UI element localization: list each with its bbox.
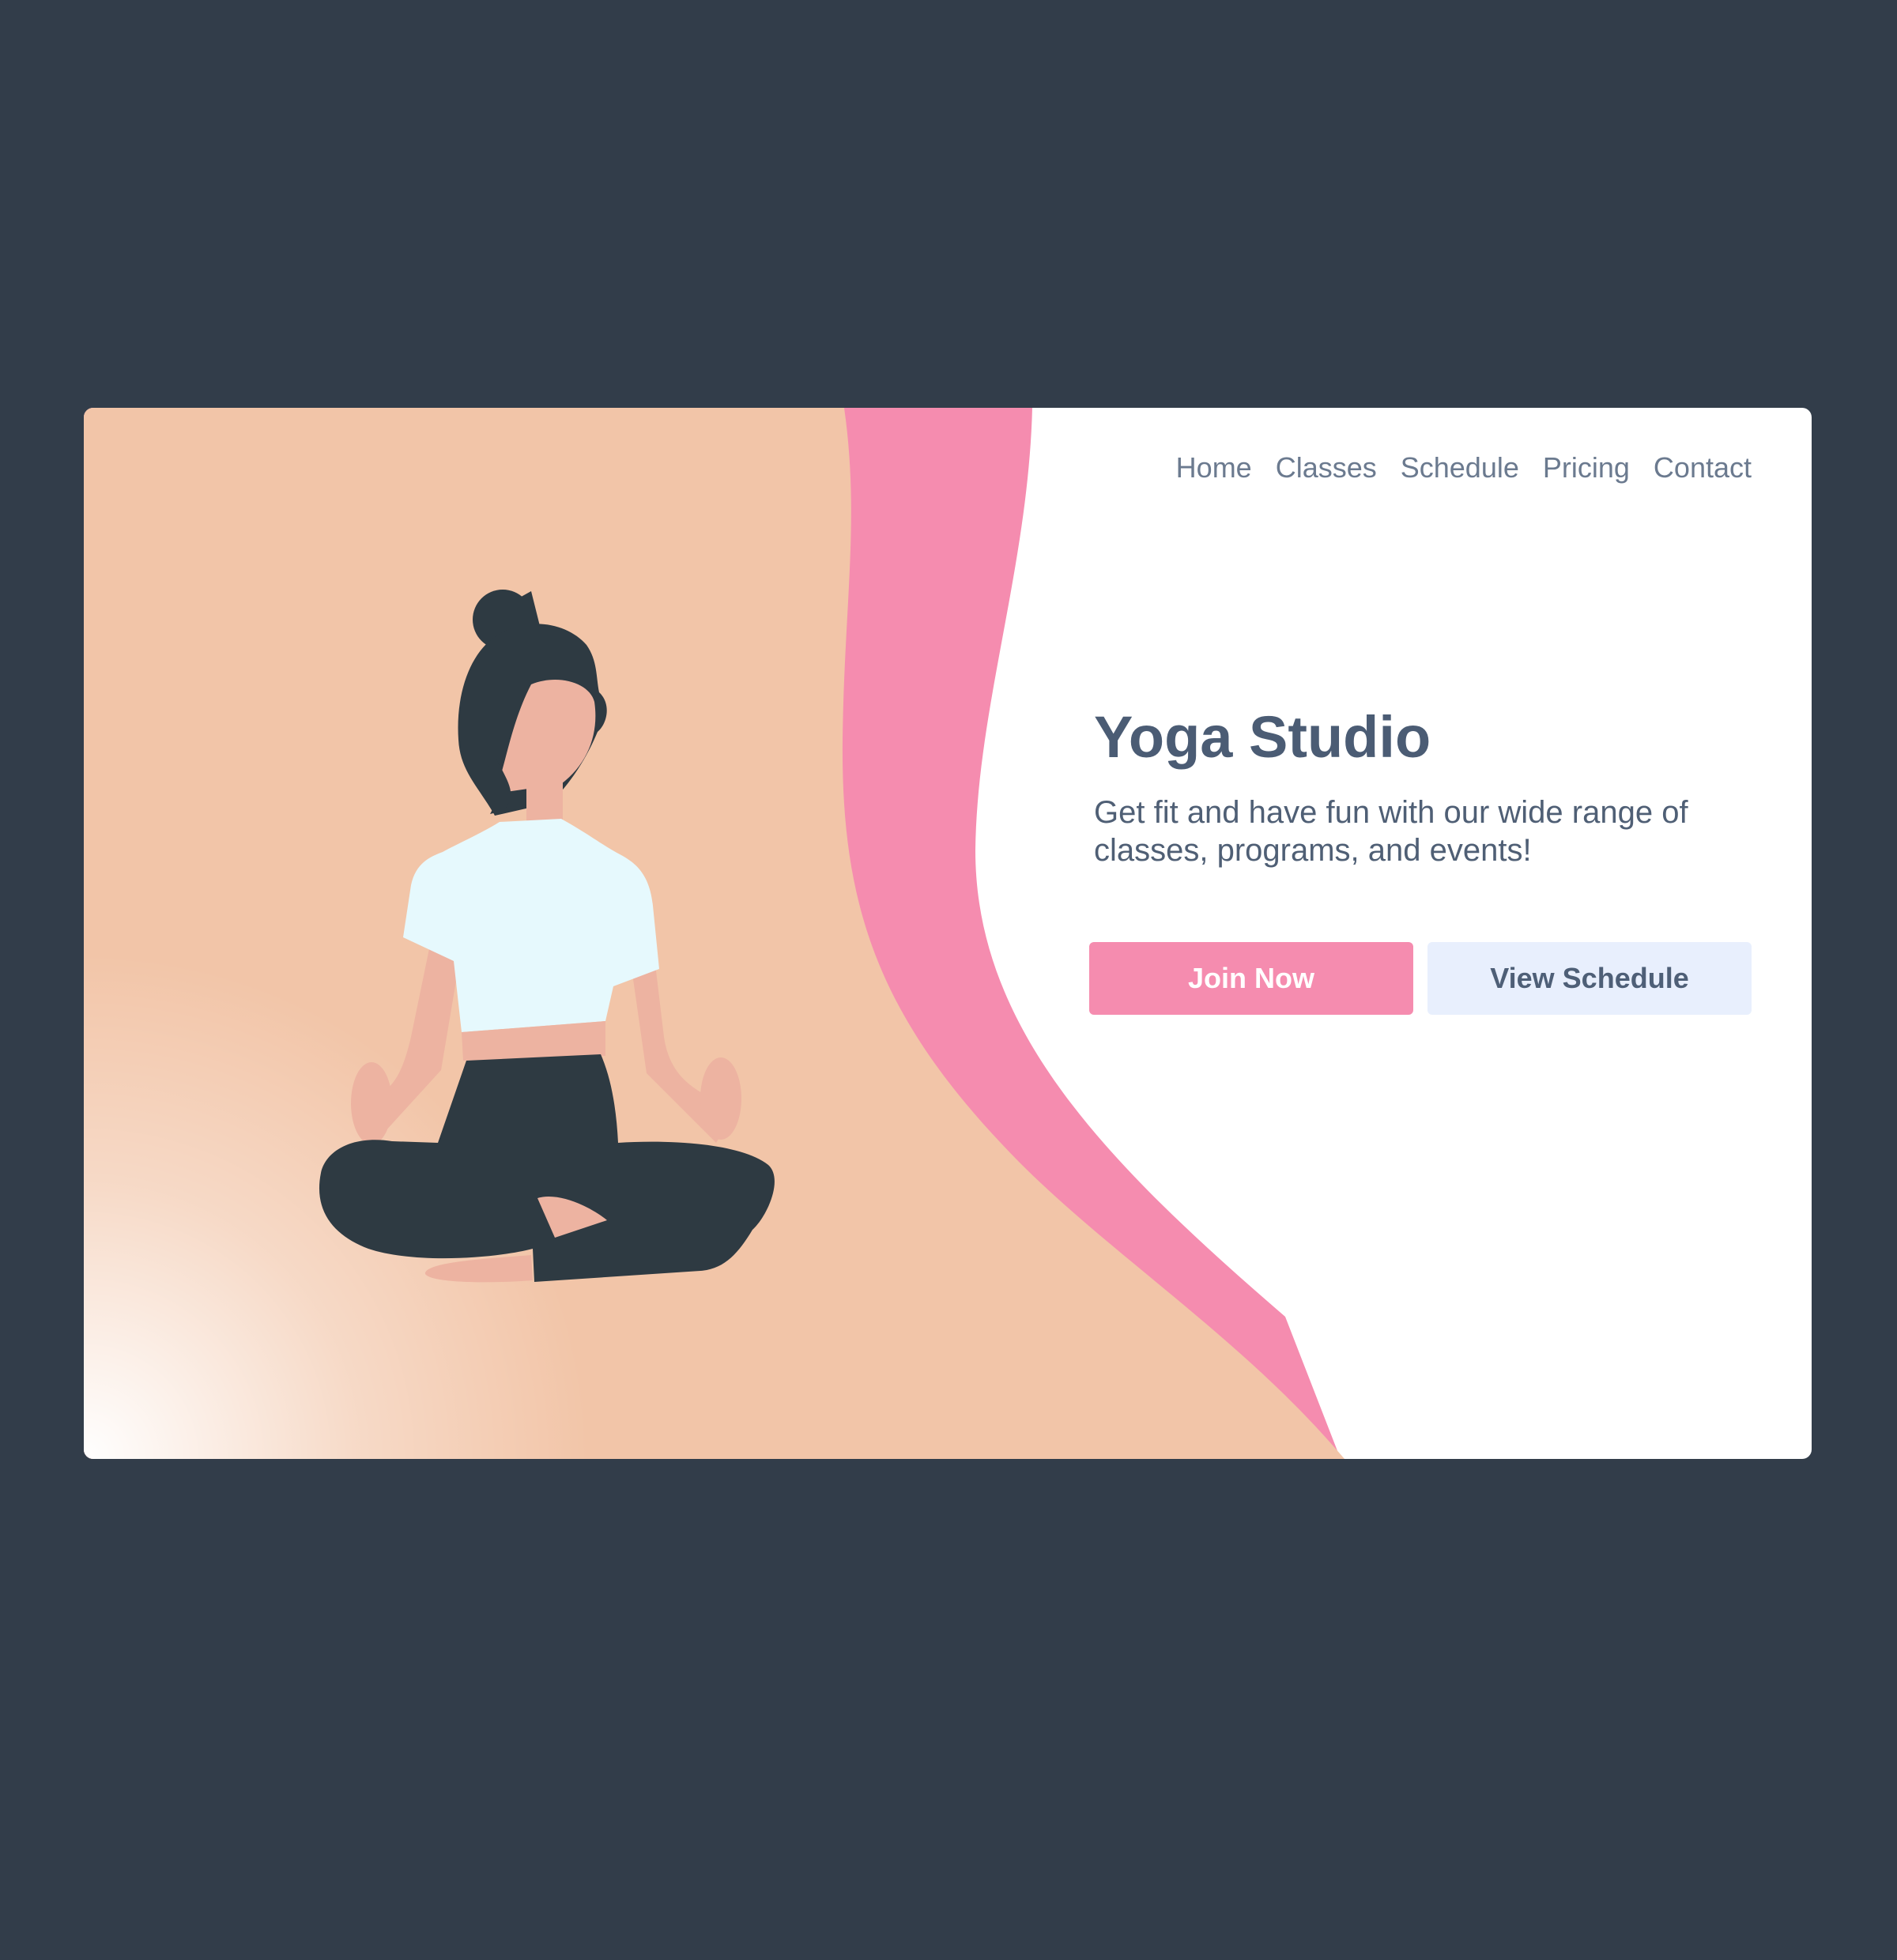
hero-actions: Join Now View Schedule (1089, 942, 1752, 1015)
nav-link-contact[interactable]: Contact (1654, 454, 1752, 482)
nav-link-schedule[interactable]: Schedule (1401, 454, 1519, 482)
landing-card: Home Classes Schedule Pricing Contact Yo… (84, 408, 1812, 1459)
nav-link-classes[interactable]: Classes (1276, 454, 1377, 482)
join-now-button[interactable]: Join Now (1089, 942, 1413, 1015)
nav-link-pricing[interactable]: Pricing (1543, 454, 1630, 482)
hero-illustration (84, 408, 1344, 1459)
hero-title: Yoga Studio (1094, 704, 1431, 770)
nav-link-home[interactable]: Home (1176, 454, 1252, 482)
view-schedule-button[interactable]: View Schedule (1427, 942, 1752, 1015)
hero-subtitle: Get fit and have fun with our wide range… (1094, 795, 1688, 868)
main-nav: Home Classes Schedule Pricing Contact (1176, 454, 1752, 482)
